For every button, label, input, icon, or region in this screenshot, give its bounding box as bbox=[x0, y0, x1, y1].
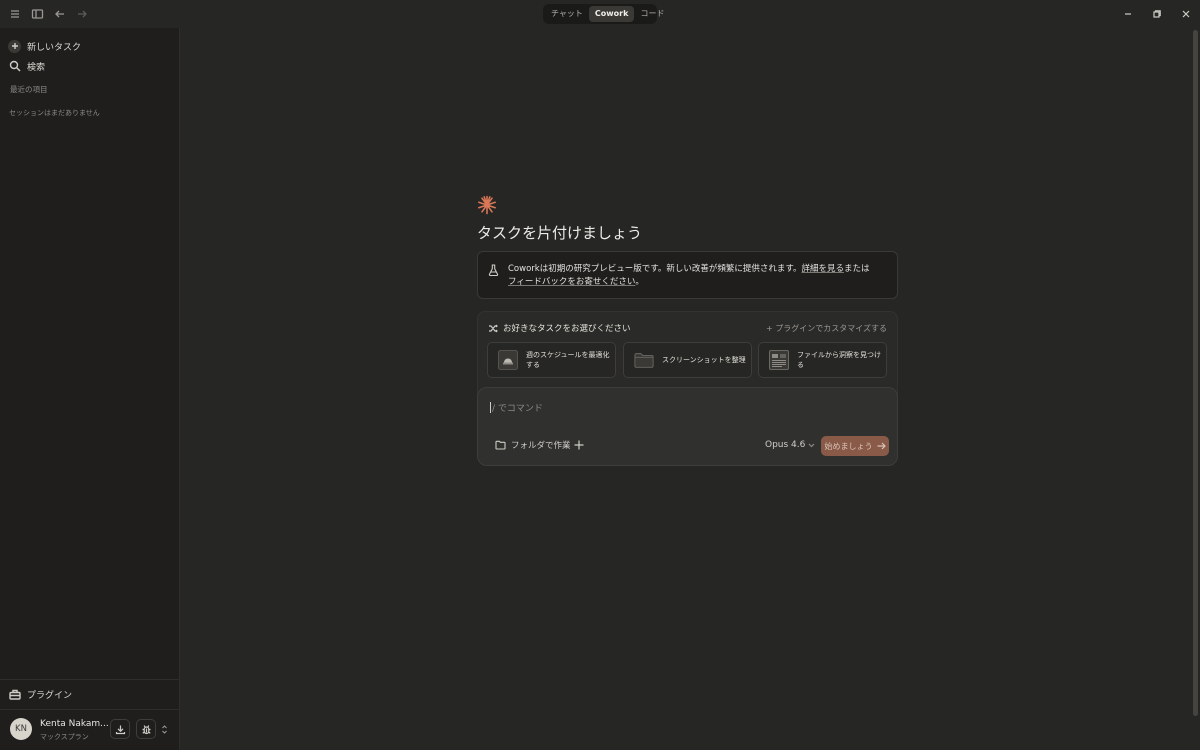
task-card-label: スクリーンショットを整理 bbox=[662, 356, 746, 364]
scrollbar[interactable] bbox=[1193, 30, 1198, 716]
document-icon bbox=[769, 350, 789, 370]
restore-icon[interactable] bbox=[1149, 6, 1165, 22]
minimize-icon[interactable] bbox=[1120, 6, 1136, 22]
sidebar-divider bbox=[0, 709, 179, 710]
task-suggestions-title: お好きなタスクをお選びください bbox=[488, 322, 631, 334]
command-input[interactable]: / でコマンド bbox=[490, 401, 543, 414]
text-caret bbox=[490, 402, 491, 413]
back-arrow-icon[interactable] bbox=[52, 6, 68, 22]
flask-icon bbox=[488, 264, 499, 279]
title-bar: チャット Cowork コード bbox=[0, 0, 1200, 28]
menu-icon[interactable] bbox=[7, 6, 23, 22]
folder-icon bbox=[495, 440, 506, 450]
new-task-button[interactable]: 新しいタスク bbox=[8, 37, 81, 55]
notice-text: または bbox=[844, 264, 870, 274]
search-icon bbox=[8, 60, 21, 72]
calendar-icon bbox=[498, 350, 518, 370]
feedback-link[interactable]: フィードバックをお寄せください bbox=[508, 277, 635, 287]
chevron-down-icon bbox=[808, 443, 815, 448]
folder-icon bbox=[634, 350, 654, 370]
brand-text: Cowork bbox=[508, 264, 540, 274]
preview-notice-text: Coworkは初期の研究プレビュー版です。新しい改善が頻繁に提供されます。詳細を… bbox=[508, 263, 878, 289]
task-card-label: ファイルから洞察を見つける bbox=[797, 351, 881, 369]
task-card-screenshots[interactable]: スクリーンショットを整理 bbox=[623, 342, 752, 378]
task-card-schedule[interactable]: 週のスケジュールを最適化する bbox=[487, 342, 616, 378]
bug-icon[interactable] bbox=[136, 719, 156, 739]
user-profile[interactable]: KN Kenta Nakam... マックスプラン bbox=[10, 718, 175, 742]
sidebar-toggle-icon[interactable] bbox=[29, 6, 45, 22]
task-composer: / でコマンド フォルダで作業 Opus 4.6 始めましょう bbox=[477, 387, 898, 466]
preview-notice: Coworkは初期の研究プレビュー版です。新しい改善が頻繁に提供されます。詳細を… bbox=[477, 251, 898, 299]
tab-cowork[interactable]: Cowork bbox=[588, 6, 635, 22]
user-plan: マックスプラン bbox=[40, 733, 89, 741]
plugins-label: プラグイン bbox=[27, 690, 73, 701]
download-icon[interactable] bbox=[110, 719, 130, 739]
plugin-icon bbox=[9, 689, 21, 700]
customize-with-plugins-link[interactable]: + プラグインでカスタマイズする bbox=[766, 323, 887, 334]
add-icon[interactable] bbox=[574, 439, 584, 453]
search-button[interactable]: 検索 bbox=[8, 57, 45, 75]
task-suggestions-label: お好きなタスクをお選びください bbox=[503, 324, 631, 334]
claude-logo-icon bbox=[477, 195, 497, 215]
task-card-label: 週のスケジュールを最適化する bbox=[526, 351, 610, 369]
sidebar-divider bbox=[0, 679, 179, 680]
user-name: Kenta Nakam... bbox=[40, 719, 109, 729]
work-in-folder-button[interactable]: フォルダで作業 bbox=[495, 439, 571, 451]
work-in-folder-label: フォルダで作業 bbox=[511, 441, 571, 451]
recent-heading: 最近の項目 bbox=[10, 85, 48, 94]
new-task-label: 新しいタスク bbox=[27, 42, 82, 53]
sidebar: 新しいタスク 検索 最近の項目 セッションはまだありません プラグイン KN K… bbox=[0, 28, 180, 750]
search-label: 検索 bbox=[27, 62, 46, 73]
chevron-updown-icon[interactable] bbox=[161, 724, 168, 738]
plugins-button[interactable]: プラグイン bbox=[9, 685, 72, 703]
close-icon[interactable] bbox=[1178, 6, 1194, 22]
tab-code[interactable]: コード bbox=[634, 6, 670, 22]
page-title: タスクを片付けましょう bbox=[477, 224, 643, 242]
learn-more-link[interactable]: 詳細を見る bbox=[802, 264, 845, 274]
command-input-placeholder: / でコマンド bbox=[492, 404, 543, 414]
shuffle-icon[interactable] bbox=[488, 324, 498, 333]
notice-text: は初期の研究プレビュー版です。新しい改善が頻繁に提供されます。 bbox=[539, 264, 802, 274]
start-button[interactable]: 始めましょう bbox=[821, 436, 889, 456]
model-name: Opus 4.6 bbox=[765, 440, 806, 450]
avatar: KN bbox=[10, 718, 32, 740]
notice-text: 。 bbox=[635, 277, 644, 287]
arrow-right-icon bbox=[877, 442, 886, 450]
model-selector[interactable]: Opus 4.6 bbox=[765, 440, 815, 450]
mode-switcher: チャット Cowork コード bbox=[543, 4, 664, 24]
start-button-label: 始めましょう bbox=[824, 441, 873, 451]
task-card-insights[interactable]: ファイルから洞察を見つける bbox=[758, 342, 887, 378]
empty-sessions-text: セッションはまだありません bbox=[9, 109, 100, 117]
tab-chat[interactable]: チャット bbox=[545, 6, 589, 22]
forward-arrow-icon[interactable] bbox=[74, 6, 90, 22]
plus-icon bbox=[8, 39, 21, 53]
